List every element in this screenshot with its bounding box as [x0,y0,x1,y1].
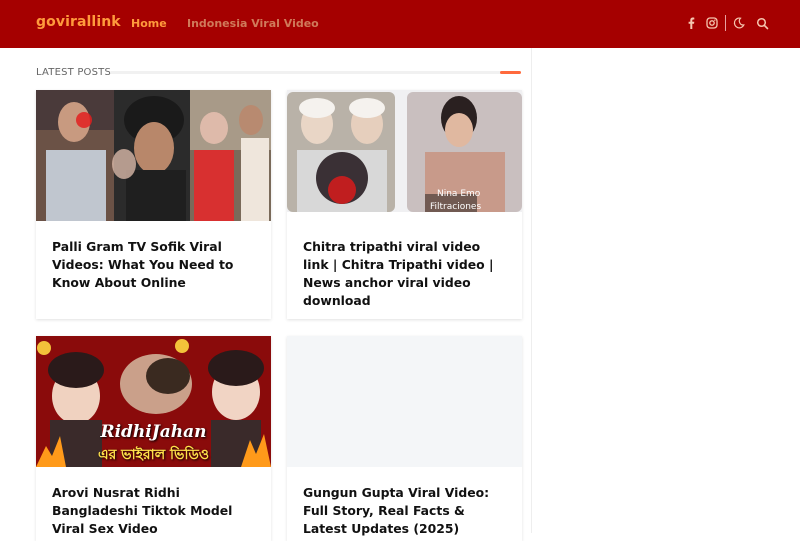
post-title[interactable]: Chitra tripathi viral video link | Chitr… [303,238,508,310]
nav-item-indonesia-viral-video[interactable]: Indonesia Viral Video [187,17,319,30]
thumb-caption: RidhiJahan [100,422,207,442]
sidebar [533,48,800,533]
section-accent-bar [500,71,521,74]
site-logo[interactable]: govirallink [36,14,121,30]
post-thumbnail[interactable]: Nina Emo Filtraciones [287,90,522,221]
main-content: LATEST POSTS Palli Gram TV Sofik Viral V… [0,48,532,541]
post-title[interactable]: Gungun Gupta Viral Video: Full Story, Re… [303,484,508,538]
post-thumbnail[interactable] [36,90,271,221]
post-thumbnail-placeholder[interactable] [287,336,522,467]
post-card[interactable]: Palli Gram TV Sofik Viral Videos: What Y… [36,90,271,319]
thumb-caption: Nina Emo [437,189,481,199]
post-title[interactable]: Arovi Nusrat Ridhi Bangladeshi Tiktok Mo… [52,484,257,538]
search-icon[interactable] [755,16,769,30]
post-card[interactable]: RidhiJahan এর ভাইরাল ভিডিও Arovi Nusrat … [36,336,271,541]
nav-item-home[interactable]: Home [131,17,167,30]
post-card[interactable]: Nina Emo Filtraciones Chitra tripathi vi… [287,90,522,319]
top-navigation-bar: govirallink Home Indonesia Viral Video [0,0,800,48]
svg-text:Filtraciones: Filtraciones [430,202,481,212]
post-card[interactable]: Gungun Gupta Viral Video: Full Story, Re… [287,336,522,541]
section-title: LATEST POSTS [36,67,112,78]
instagram-icon[interactable] [705,16,719,30]
section-divider [110,71,520,74]
thumb-subcaption: এর ভাইরাল ভিডিও [97,447,210,463]
dark-mode-moon-icon[interactable] [732,16,746,30]
post-title[interactable]: Palli Gram TV Sofik Viral Videos: What Y… [52,238,257,292]
post-thumbnail[interactable]: RidhiJahan এর ভাইরাল ভিডিও [36,336,271,467]
header-divider [725,15,726,31]
facebook-icon[interactable] [684,16,698,30]
